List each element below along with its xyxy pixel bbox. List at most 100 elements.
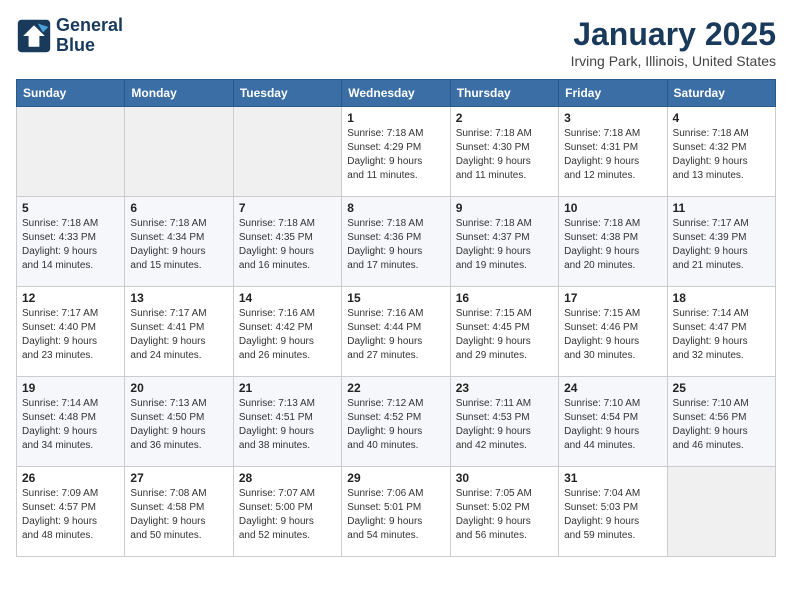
calendar-cell: 7Sunrise: 7:18 AM Sunset: 4:35 PM Daylig…: [233, 197, 341, 287]
day-info: Sunrise: 7:14 AM Sunset: 4:47 PM Dayligh…: [673, 307, 770, 363]
header-day-saturday: Saturday: [667, 80, 775, 107]
day-number: 4: [673, 111, 770, 125]
calendar-cell: 15 Sunrise: 7:16 AM Sunset: 4:44 PM Dayli…: [342, 287, 450, 377]
logo-icon: [16, 18, 52, 54]
day-info: Sunrise: 7:08 AM Sunset: 4:58 PM Dayligh…: [130, 487, 227, 543]
calendar-cell: 5 Sunrise: 7:18 AM Sunset: 4:33 PM Daylig…: [17, 197, 125, 287]
day-number: 6: [130, 201, 227, 215]
calendar-cell: 26Sunrise: 7:09 AM Sunset: 4:57 PM Dayli…: [17, 467, 125, 557]
day-number: 17: [564, 291, 661, 305]
calendar-cell: 10 Sunrise: 7:18 AM Sunset: 4:38 PM Dayli…: [559, 197, 667, 287]
day-number: 8: [347, 201, 444, 215]
header-day-monday: Monday: [125, 80, 233, 107]
day-number: 9: [456, 201, 553, 215]
day-info: Sunrise: 7:18 AM Sunset: 4:32 PM Dayligh…: [673, 127, 770, 183]
day-info: Sunrise: 7:12 AM Sunset: 4:52 PM Dayligh…: [347, 397, 444, 453]
day-info: Sunrise: 7:10 AM Sunset: 4:56 PM Dayligh…: [673, 397, 770, 453]
day-number: 12: [22, 291, 119, 305]
calendar-week-row: 19 Sunrise: 7:14 AM Sunset: 4:48 PM Dayli…: [17, 377, 776, 467]
day-number: 11: [673, 201, 770, 215]
day-info: Sunrise: 7:16 AM Sunset: 4:44 PM Dayligh…: [347, 307, 444, 363]
day-number: 23: [456, 381, 553, 395]
page-header: General Blue January 2025 Irving Park, I…: [16, 16, 776, 69]
day-number: 1: [347, 111, 444, 125]
day-number: 5: [22, 201, 119, 215]
calendar-cell: 14Sunrise: 7:16 AM Sunset: 4:42 PM Dayli…: [233, 287, 341, 377]
day-info: Sunrise: 7:18 AM Sunset: 4:36 PM Dayligh…: [347, 217, 444, 273]
day-info: Sunrise: 7:17 AM Sunset: 4:41 PM Dayligh…: [130, 307, 227, 363]
calendar-week-row: 5 Sunrise: 7:18 AM Sunset: 4:33 PM Daylig…: [17, 197, 776, 287]
day-info: Sunrise: 7:18 AM Sunset: 4:34 PM Dayligh…: [130, 217, 227, 273]
day-info: Sunrise: 7:09 AM Sunset: 4:57 PM Dayligh…: [22, 487, 119, 543]
day-number: 3: [564, 111, 661, 125]
calendar-cell: 25 Sunrise: 7:10 AM Sunset: 4:56 PM Dayli…: [667, 377, 775, 467]
calendar-cell: 18Sunrise: 7:14 AM Sunset: 4:47 PM Dayli…: [667, 287, 775, 377]
day-number: 20: [130, 381, 227, 395]
calendar-cell: 1 Sunrise: 7:18 AM Sunset: 4:29 PM Daylig…: [342, 107, 450, 197]
calendar-cell: [125, 107, 233, 197]
day-info: Sunrise: 7:17 AM Sunset: 4:40 PM Dayligh…: [22, 307, 119, 363]
header-day-wednesday: Wednesday: [342, 80, 450, 107]
calendar-cell: 2Sunrise: 7:18 AM Sunset: 4:30 PM Daylig…: [450, 107, 558, 197]
day-number: 25: [673, 381, 770, 395]
calendar-cell: 21 Sunrise: 7:13 AM Sunset: 4:51 PM Dayli…: [233, 377, 341, 467]
day-number: 31: [564, 471, 661, 485]
header-day-friday: Friday: [559, 80, 667, 107]
day-number: 19: [22, 381, 119, 395]
day-info: Sunrise: 7:06 AM Sunset: 5:01 PM Dayligh…: [347, 487, 444, 543]
calendar-cell: 9Sunrise: 7:18 AM Sunset: 4:37 PM Daylig…: [450, 197, 558, 287]
day-info: Sunrise: 7:14 AM Sunset: 4:48 PM Dayligh…: [22, 397, 119, 453]
calendar-cell: [667, 467, 775, 557]
day-info: Sunrise: 7:13 AM Sunset: 4:51 PM Dayligh…: [239, 397, 336, 453]
day-info: Sunrise: 7:13 AM Sunset: 4:50 PM Dayligh…: [130, 397, 227, 453]
header-day-tuesday: Tuesday: [233, 80, 341, 107]
calendar-header-row: SundayMondayTuesdayWednesdayThursdayFrid…: [17, 80, 776, 107]
day-number: 21: [239, 381, 336, 395]
calendar-cell: 8 Sunrise: 7:18 AM Sunset: 4:36 PM Daylig…: [342, 197, 450, 287]
logo-line2: Blue: [56, 36, 123, 56]
calendar-cell: 20 Sunrise: 7:13 AM Sunset: 4:50 PM Dayli…: [125, 377, 233, 467]
calendar-cell: 22 Sunrise: 7:12 AM Sunset: 4:52 PM Dayli…: [342, 377, 450, 467]
day-info: Sunrise: 7:11 AM Sunset: 4:53 PM Dayligh…: [456, 397, 553, 453]
calendar-week-row: 12 Sunrise: 7:17 AM Sunset: 4:40 PM Dayli…: [17, 287, 776, 377]
day-info: Sunrise: 7:18 AM Sunset: 4:29 PM Dayligh…: [347, 127, 444, 183]
day-number: 15: [347, 291, 444, 305]
calendar-cell: 3 Sunrise: 7:18 AM Sunset: 4:31 PM Daylig…: [559, 107, 667, 197]
day-info: Sunrise: 7:18 AM Sunset: 4:31 PM Dayligh…: [564, 127, 661, 183]
day-info: Sunrise: 7:18 AM Sunset: 4:38 PM Dayligh…: [564, 217, 661, 273]
day-number: 22: [347, 381, 444, 395]
calendar-title: January 2025: [571, 16, 776, 53]
day-number: 16: [456, 291, 553, 305]
calendar-cell: 30 Sunrise: 7:05 AM Sunset: 5:02 PM Dayli…: [450, 467, 558, 557]
day-info: Sunrise: 7:16 AM Sunset: 4:42 PM Dayligh…: [239, 307, 336, 363]
day-info: Sunrise: 7:17 AM Sunset: 4:39 PM Dayligh…: [673, 217, 770, 273]
calendar-cell: 23 Sunrise: 7:11 AM Sunset: 4:53 PM Dayli…: [450, 377, 558, 467]
calendar-cell: 24Sunrise: 7:10 AM Sunset: 4:54 PM Dayli…: [559, 377, 667, 467]
day-info: Sunrise: 7:05 AM Sunset: 5:02 PM Dayligh…: [456, 487, 553, 543]
calendar-cell: [17, 107, 125, 197]
title-block: January 2025 Irving Park, Illinois, Unit…: [571, 16, 776, 69]
day-info: Sunrise: 7:04 AM Sunset: 5:03 PM Dayligh…: [564, 487, 661, 543]
day-number: 28: [239, 471, 336, 485]
day-number: 30: [456, 471, 553, 485]
calendar-cell: 19 Sunrise: 7:14 AM Sunset: 4:48 PM Dayli…: [17, 377, 125, 467]
day-info: Sunrise: 7:07 AM Sunset: 5:00 PM Dayligh…: [239, 487, 336, 543]
header-day-sunday: Sunday: [17, 80, 125, 107]
calendar-cell: [233, 107, 341, 197]
day-number: 2: [456, 111, 553, 125]
calendar-subtitle: Irving Park, Illinois, United States: [571, 53, 776, 69]
day-info: Sunrise: 7:15 AM Sunset: 4:46 PM Dayligh…: [564, 307, 661, 363]
day-info: Sunrise: 7:18 AM Sunset: 4:33 PM Dayligh…: [22, 217, 119, 273]
day-number: 10: [564, 201, 661, 215]
calendar-cell: 4 Sunrise: 7:18 AM Sunset: 4:32 PM Daylig…: [667, 107, 775, 197]
day-number: 7: [239, 201, 336, 215]
day-number: 27: [130, 471, 227, 485]
calendar-cell: 11 Sunrise: 7:17 AM Sunset: 4:39 PM Dayli…: [667, 197, 775, 287]
calendar-cell: 17 Sunrise: 7:15 AM Sunset: 4:46 PM Dayli…: [559, 287, 667, 377]
calendar-cell: 13Sunrise: 7:17 AM Sunset: 4:41 PM Dayli…: [125, 287, 233, 377]
day-number: 24: [564, 381, 661, 395]
calendar-cell: 27 Sunrise: 7:08 AM Sunset: 4:58 PM Dayli…: [125, 467, 233, 557]
calendar-cell: 29Sunrise: 7:06 AM Sunset: 5:01 PM Dayli…: [342, 467, 450, 557]
logo-line1: General: [56, 16, 123, 36]
calendar-cell: 28 Sunrise: 7:07 AM Sunset: 5:00 PM Dayli…: [233, 467, 341, 557]
